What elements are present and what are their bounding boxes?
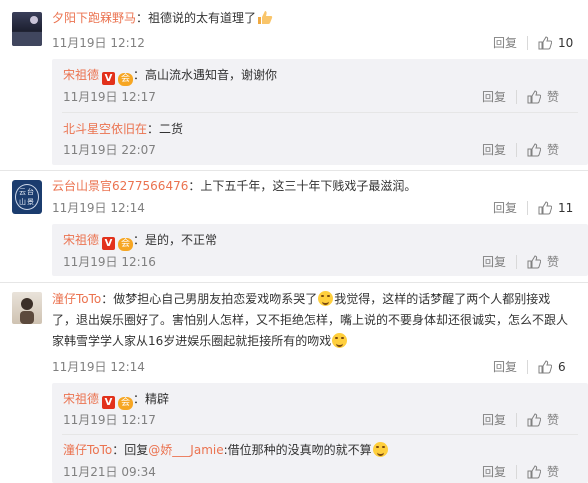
thumbs-up-icon: [538, 36, 552, 50]
like-count: 6: [558, 360, 566, 374]
comment-time: 11月19日 12:12: [52, 36, 145, 50]
reply-item: 宋祖德 V 会：高山流水遇知音，谢谢你: [63, 66, 277, 86]
laugh-emoji-icon: [332, 333, 348, 348]
like-button[interactable]: 赞: [527, 142, 559, 158]
reply-button[interactable]: 回复: [493, 359, 517, 375]
comment-author[interactable]: 潼仔ToTo: [52, 292, 101, 306]
member-badge-icon: 会: [118, 73, 134, 86]
divider: [527, 36, 528, 50]
divider: [516, 465, 517, 479]
avatar[interactable]: [12, 12, 42, 46]
reply-text: ：高山流水遇知音，谢谢你: [133, 68, 278, 82]
comment-text: ：祖德说的太有道理了: [136, 11, 257, 25]
verified-v-icon: V: [102, 72, 116, 85]
reply-text-prefix: ：回复: [112, 443, 149, 457]
comment-text-line: 家韩雪学学人家从16岁进娱乐圈起就拒接所有的吻戏: [52, 332, 348, 350]
reply-author[interactable]: 宋祖德: [63, 233, 99, 247]
like-button[interactable]: 赞: [527, 412, 559, 428]
divider: [516, 255, 517, 269]
reply-author[interactable]: 潼仔ToTo: [63, 443, 112, 457]
thumbs-up-emoji-icon: [258, 11, 273, 24]
like-button[interactable]: 11: [538, 200, 573, 216]
reply-button[interactable]: 回复: [482, 254, 506, 270]
thumbs-up-icon: [538, 360, 552, 374]
thumbs-up-icon: [527, 255, 541, 269]
reply-time: 11月19日 12:17: [63, 413, 156, 427]
thumbs-up-icon: [527, 465, 541, 479]
avatar-image-icon: [12, 16, 42, 46]
comment-author[interactable]: 夕阳下跑槑野马: [52, 11, 136, 25]
like-button[interactable]: 6: [538, 359, 566, 375]
verified-v-icon: V: [102, 396, 116, 409]
reply-button[interactable]: 回复: [493, 35, 517, 51]
reply-author[interactable]: 宋祖德: [63, 68, 99, 82]
comment-text: 了，退出娱乐圈好了。害怕别人怎样，又不拒绝怎样，嘴上说的不要身体却还很诚实，怎么…: [52, 313, 569, 327]
divider: [527, 201, 528, 215]
divider: [62, 112, 578, 113]
avatar[interactable]: [12, 292, 42, 324]
reply-text: ：二货: [147, 122, 184, 136]
member-badge-icon: 会: [118, 397, 134, 410]
divider: [516, 143, 517, 157]
reply-item: 宋祖德 V 会：精辟: [63, 390, 169, 410]
divider: [527, 360, 528, 374]
reply-time: 11月19日 12:16: [63, 255, 156, 269]
reply-text: ：精辟: [133, 392, 170, 406]
divider: [0, 282, 588, 283]
reply-item: 宋祖德 V 会：是的，不正常: [63, 231, 217, 251]
like-label: 赞: [547, 465, 560, 479]
divider: [516, 90, 517, 104]
thumbs-up-icon: [538, 201, 552, 215]
mention-link[interactable]: @娇___Jamie: [148, 443, 223, 457]
like-count: 11: [558, 201, 574, 215]
laugh-emoji-icon: [372, 442, 388, 457]
like-button[interactable]: 赞: [527, 89, 559, 105]
thumbs-up-icon: [527, 143, 541, 157]
like-button[interactable]: 10: [538, 35, 573, 51]
reply-time: 11月19日 22:07: [63, 143, 156, 157]
reply-author[interactable]: 宋祖德: [63, 392, 99, 406]
thumbs-up-icon: [527, 90, 541, 104]
thumbs-up-icon: [527, 413, 541, 427]
reply-button[interactable]: 回复: [482, 464, 506, 480]
reply-button[interactable]: 回复: [482, 89, 506, 105]
like-label: 赞: [547, 255, 560, 269]
verified-v-icon: V: [102, 237, 116, 250]
comment-text: 我觉得，这样的话梦醒了两个人都别接戏: [334, 292, 551, 306]
avatar-image-icon: [20, 298, 34, 324]
like-count: 10: [558, 36, 574, 50]
comment-time: 11月19日 12:14: [52, 360, 145, 374]
avatar-seal-icon: 云台 山景: [15, 184, 39, 210]
like-label: 赞: [547, 143, 560, 157]
comment-author[interactable]: 云台山景官6277566476: [52, 179, 188, 193]
divider: [516, 413, 517, 427]
comment-2: 云台山景官6277566476：上下五千年，这三十年下贱戏子最滋润。: [52, 177, 416, 195]
comment-1: 夕阳下跑槑野马：祖德说的太有道理了: [52, 9, 273, 27]
like-button[interactable]: 赞: [527, 464, 559, 480]
comment-time: 11月19日 12:14: [52, 201, 145, 215]
reply-item: 北斗星空依旧在：二货: [63, 120, 183, 138]
reply-time: 11月19日 12:17: [63, 90, 156, 104]
comment-text: 家韩雪学学人家从16岁进娱乐圈起就拒接所有的吻戏: [52, 334, 332, 348]
reply-button[interactable]: 回复: [493, 200, 517, 216]
reply-button[interactable]: 回复: [482, 412, 506, 428]
like-label: 赞: [547, 413, 560, 427]
member-badge-icon: 会: [118, 238, 134, 251]
comment-text: ：上下五千年，这三十年下贱戏子最滋润。: [188, 179, 417, 193]
reply-text: ：是的，不正常: [133, 233, 218, 247]
like-button[interactable]: 赞: [527, 254, 559, 270]
like-label: 赞: [547, 90, 560, 104]
reply-text: :借位那种的没真吻的就不算: [223, 443, 372, 457]
divider: [0, 170, 588, 171]
reply-author[interactable]: 北斗星空依旧在: [63, 122, 147, 136]
reply-button[interactable]: 回复: [482, 142, 506, 158]
reply-time: 11月21日 09:34: [63, 465, 156, 479]
laugh-emoji-icon: [318, 291, 334, 306]
comment-text: ：做梦担心自己男朋友拍恋爱戏吻系哭了: [101, 292, 318, 306]
reply-item: 潼仔ToTo：回复@娇___Jamie:借位那种的没真吻的就不算: [63, 441, 389, 459]
comment-3: 潼仔ToTo：做梦担心自己男朋友拍恋爱戏吻系哭了 我觉得，这样的话梦醒了两个人都别…: [52, 290, 550, 308]
divider: [62, 434, 578, 435]
avatar[interactable]: 云台 山景: [12, 180, 42, 214]
